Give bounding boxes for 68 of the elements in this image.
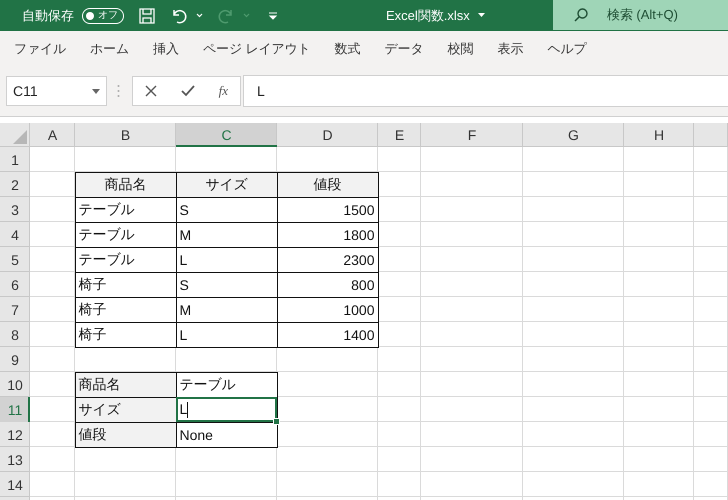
number-cell[interactable]: 2300 — [277, 247, 378, 272]
label-cell[interactable]: 商品名 — [75, 372, 176, 397]
table-cell[interactable]: L — [176, 322, 277, 347]
row-header[interactable]: 2 — [11, 176, 19, 192]
table-cell[interactable]: テーブル — [176, 372, 277, 397]
table-cell[interactable]: S — [176, 272, 277, 297]
number-cell[interactable]: 800 — [277, 272, 378, 297]
column-header[interactable]: A — [48, 127, 58, 143]
column-header[interactable]: B — [120, 127, 130, 143]
table-cell[interactable]: テーブル — [75, 222, 176, 247]
row-header[interactable]: 3 — [11, 202, 19, 218]
row-header[interactable]: 4 — [11, 226, 19, 242]
menu-tab[interactable]: 表示 — [488, 34, 534, 62]
column-header[interactable]: F — [468, 127, 476, 143]
column-header[interactable]: C — [221, 127, 232, 143]
autosave-toggle[interactable]: オフ — [82, 8, 124, 24]
menu-tab[interactable]: 校閲 — [438, 34, 484, 62]
search-field[interactable]: 検索 (Alt+Q) — [552, 0, 728, 30]
table-cell[interactable]: テーブル — [75, 247, 176, 272]
row-header[interactable]: 6 — [11, 276, 19, 292]
row-header[interactable]: 7 — [11, 302, 19, 318]
table-cell[interactable]: 椅子 — [75, 322, 176, 347]
caret-icon[interactable] — [92, 88, 100, 94]
column-header[interactable]: G — [568, 127, 579, 143]
cancel-icon[interactable] — [144, 85, 157, 97]
caret-icon[interactable] — [478, 13, 485, 18]
menu-tab[interactable]: ファイル — [4, 34, 76, 62]
save-icon[interactable] — [138, 6, 156, 24]
number-cell[interactable]: 1500 — [277, 197, 378, 222]
table-cell[interactable]: 椅子 — [75, 297, 176, 322]
menu-tab[interactable]: 挿入 — [143, 34, 189, 62]
table-cell[interactable]: L — [176, 247, 277, 272]
row-header[interactable]: 8 — [11, 326, 19, 342]
menu-tab[interactable]: 数式 — [324, 34, 371, 62]
label-cell[interactable]: サイズ — [75, 397, 176, 422]
menu-tab[interactable]: ヘルプ — [538, 34, 597, 62]
customize-icon[interactable] — [268, 12, 278, 20]
column-header[interactable]: D — [322, 127, 333, 143]
selected-cell[interactable]: L — [176, 397, 277, 422]
number-cell[interactable]: 1800 — [277, 222, 378, 247]
row-header[interactable]: 9 — [11, 352, 19, 368]
label-cell[interactable]: 値段 — [75, 422, 176, 447]
menu-tab[interactable]: ホーム — [80, 34, 139, 62]
number-cell[interactable]: 1400 — [277, 322, 378, 347]
row-header[interactable]: 5 — [11, 252, 19, 268]
table-cell[interactable]: 椅子 — [75, 272, 176, 297]
column-header[interactable]: H — [654, 127, 664, 143]
table-cell[interactable]: M — [176, 297, 277, 322]
insert-function-button[interactable]: fx — [218, 83, 228, 99]
name-box[interactable]: C11 — [6, 76, 107, 106]
grip-icon — [117, 84, 120, 98]
table-cell[interactable]: M — [176, 222, 277, 247]
number-cell[interactable]: 1000 — [277, 297, 378, 322]
table-cell[interactable]: テーブル — [75, 197, 176, 222]
column-heading-cell[interactable]: サイズ — [176, 172, 277, 197]
autosave-label: 自動保存 — [22, 6, 74, 24]
check-icon[interactable] — [180, 85, 195, 97]
menu-tab[interactable]: ページ レイアウト — [193, 34, 321, 62]
column-heading-cell[interactable]: 商品名 — [75, 172, 176, 197]
row-header[interactable]: 1 — [11, 152, 19, 168]
search-icon — [572, 7, 589, 23]
table-cell[interactable]: S — [176, 197, 277, 222]
formula-field[interactable]: L — [243, 75, 728, 107]
table-cell[interactable]: None — [176, 422, 277, 447]
menu-tab[interactable]: データ — [374, 34, 434, 62]
column-heading-cell[interactable]: 値段 — [277, 172, 378, 197]
window-title: Excel関数.xlsx — [386, 6, 470, 24]
column-header[interactable]: E — [394, 127, 404, 143]
